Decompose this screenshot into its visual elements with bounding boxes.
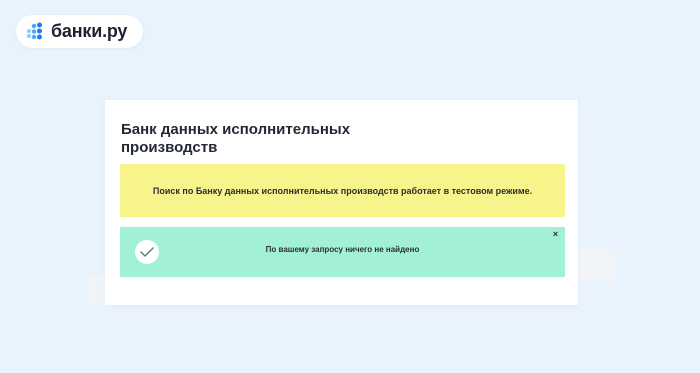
brand-logo[interactable]: банки.ру xyxy=(16,15,143,48)
notice-text: Поиск по Банку данных исполнительных про… xyxy=(152,185,533,196)
brand-name: банки.ру xyxy=(51,21,128,41)
test-mode-notice: Поиск по Банку данных исполнительных про… xyxy=(120,164,565,217)
page-title: Банк данных исполнительных производств xyxy=(121,121,351,156)
dots-logo-icon xyxy=(27,22,42,40)
close-icon[interactable]: × xyxy=(551,230,560,239)
no-results-alert: По вашему запросу ничего не найдено × xyxy=(120,227,565,277)
no-results-text: По вашему запросу ничего не найдено xyxy=(265,245,420,254)
search-result-card: Банк данных исполнительных производств П… xyxy=(105,100,578,305)
